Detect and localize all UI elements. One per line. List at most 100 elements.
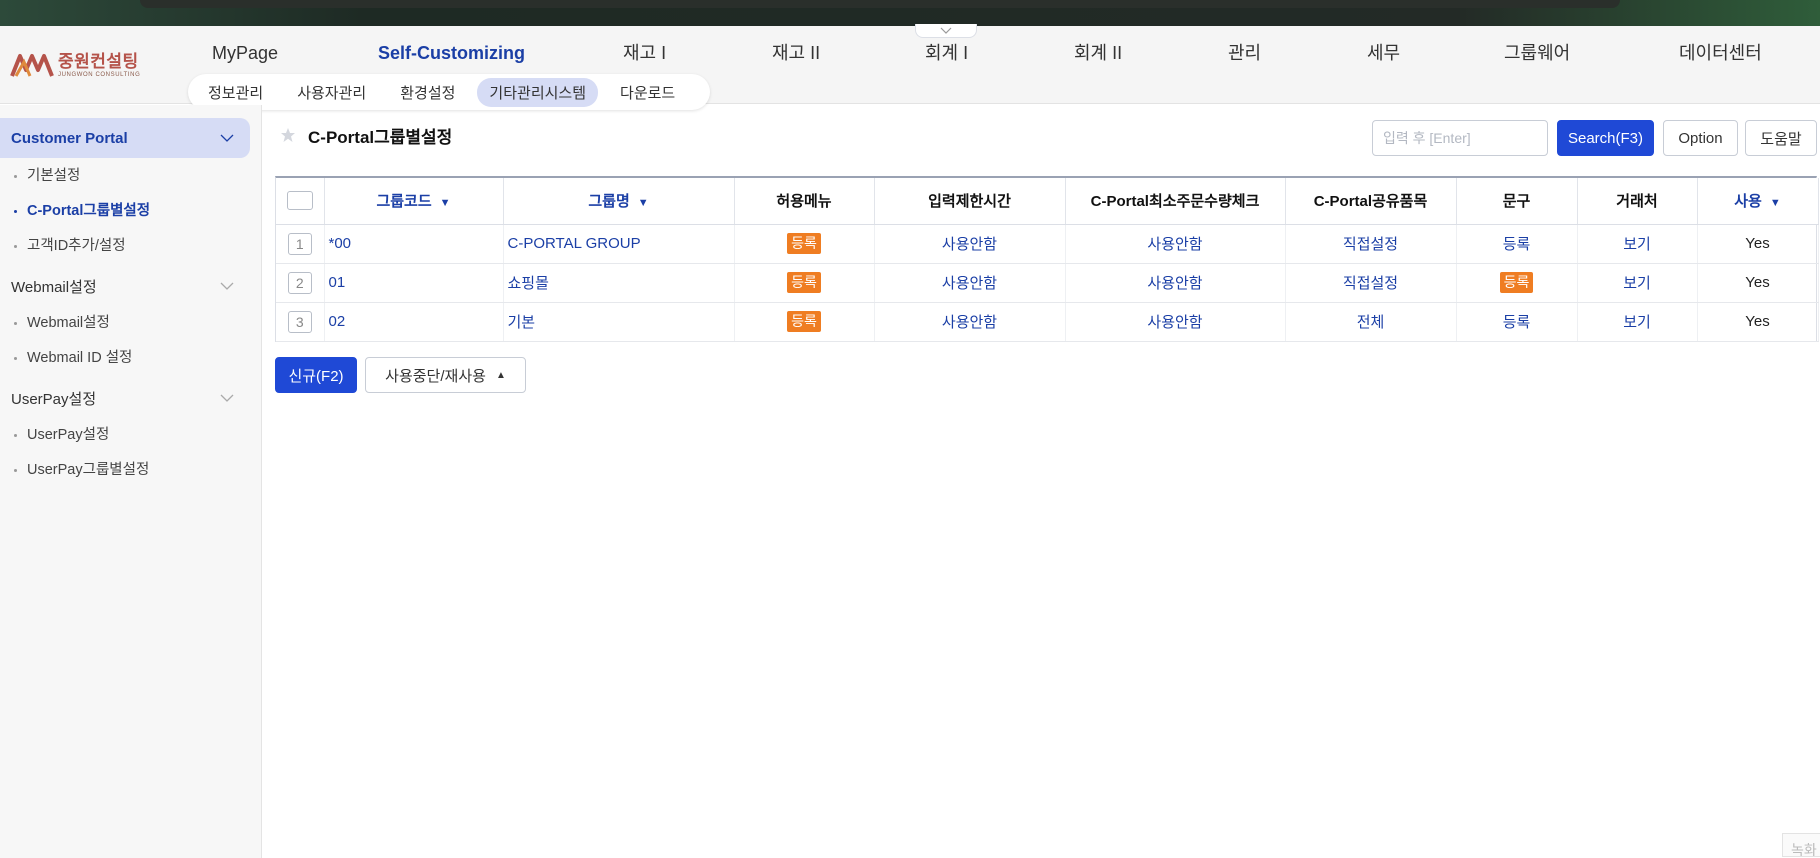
allowed-menu-cell: 등록 xyxy=(734,224,875,264)
sidebar-group-customer-portal[interactable]: Customer Portal xyxy=(0,118,250,158)
sidebar-item-customer-id[interactable]: 고객ID추가/설정 xyxy=(14,234,126,258)
col-header-allowed-menu: 허용메뉴 xyxy=(734,178,875,225)
nav-accounting-1[interactable]: 회계 I xyxy=(925,38,968,68)
phrase-register-link[interactable]: 등록 xyxy=(1456,224,1578,264)
option-button[interactable]: Option xyxy=(1663,120,1738,156)
group-settings-grid: 그룹코드 ▼ 그룹명 ▼ 허용메뉴 입력제한시간 C-Portal최소주문수량체크 … xyxy=(275,176,1819,342)
page-title: C-Portal그룹별설정 xyxy=(308,127,453,147)
col-header-use[interactable]: 사용 ▼ xyxy=(1697,178,1819,225)
group-name-link[interactable]: 쇼핑몰 xyxy=(503,263,735,303)
sidebar-item-webmail-settings[interactable]: Webmail설정 xyxy=(14,311,110,335)
sidebar-item-label: Webmail설정 xyxy=(27,315,110,331)
sidebar-item-userpay-settings[interactable]: UserPay설정 xyxy=(14,423,109,447)
col-header-group-name[interactable]: 그룹명 ▼ xyxy=(503,178,735,225)
subnav-user-management[interactable]: 사용자관리 xyxy=(285,78,378,107)
bullet xyxy=(14,244,17,248)
dropdown-label: 사용중단/재사용 xyxy=(385,367,486,385)
nav-mypage[interactable]: MyPage xyxy=(212,38,278,68)
subnav-download[interactable]: 다운로드 xyxy=(608,78,687,107)
subnav-settings[interactable]: 환경설정 xyxy=(388,78,467,107)
min-order-check-link[interactable]: 사용안함 xyxy=(1065,224,1286,264)
sidebar-item-label: 고객ID추가/설정 xyxy=(27,238,126,254)
row-number: 1 xyxy=(287,232,312,255)
col-label: 그룹코드 xyxy=(376,193,432,211)
allowed-menu-cell: 등록 xyxy=(734,263,875,303)
bullet xyxy=(14,468,17,472)
min-order-check-link[interactable]: 사용안함 xyxy=(1065,302,1286,342)
shared-items-link[interactable]: 전체 xyxy=(1285,302,1457,342)
allowed-menu-register-button[interactable]: 등록 xyxy=(787,311,821,332)
help-button[interactable]: 도움말 xyxy=(1745,120,1817,156)
nav-self-customizing[interactable]: Self-Customizing xyxy=(378,38,525,68)
allowed-menu-register-button[interactable]: 등록 xyxy=(787,233,821,254)
shared-items-link[interactable]: 직접설정 xyxy=(1285,263,1457,303)
sidebar-item-basic-settings[interactable]: 기본설정 xyxy=(14,164,80,188)
sidebar-item-userpay-group[interactable]: UserPay그룹별설정 xyxy=(14,458,149,482)
col-header-input-time-limit: 입력제한시간 xyxy=(874,178,1066,225)
group-code-link[interactable]: 01 xyxy=(324,263,504,303)
row-number: 2 xyxy=(287,271,312,294)
bullet xyxy=(14,209,17,213)
select-all-checkbox[interactable] xyxy=(286,191,313,211)
chevron-down-icon xyxy=(940,27,952,34)
sidebar-item-label: C-Portal그룹별설정 xyxy=(27,203,151,219)
sort-down-icon: ▼ xyxy=(1769,197,1781,210)
col-label: 그룹명 xyxy=(588,193,630,211)
header-collapse-toggle[interactable] xyxy=(915,24,977,38)
group-code-link[interactable]: 02 xyxy=(324,302,504,342)
col-header-group-code[interactable]: 그룹코드 ▼ xyxy=(324,178,504,225)
sort-down-icon: ▼ xyxy=(637,197,649,210)
nav-inventory-1[interactable]: 재고 I xyxy=(623,38,666,68)
phrase-register-link[interactable]: 등록 xyxy=(1456,302,1578,342)
nav-data-center[interactable]: 데이터센터 xyxy=(1679,38,1762,68)
min-order-check-link[interactable]: 사용안함 xyxy=(1065,263,1286,303)
star-icon[interactable] xyxy=(280,127,296,143)
input-time-limit-link[interactable]: 사용안함 xyxy=(874,302,1066,342)
nav-tax[interactable]: 세무 xyxy=(1367,38,1400,68)
data-table: 그룹코드 ▼ 그룹명 ▼ 허용메뉴 입력제한시간 C-Portal최소주문수량체크 … xyxy=(276,178,1819,342)
input-time-limit-link[interactable]: 사용안함 xyxy=(874,224,1066,264)
sidebar-item-label: UserPay그룹별설정 xyxy=(27,462,150,478)
search-button[interactable]: Search(F3) xyxy=(1557,120,1654,156)
sidebar: Customer Portal 기본설정 C-Portal그룹별설정 고객ID추… xyxy=(0,105,262,858)
customer-view-link[interactable]: 보기 xyxy=(1577,302,1698,342)
main-nav: MyPage Self-Customizing 재고 I 재고 II 회계 I … xyxy=(0,38,1820,68)
sidebar-group-label: Customer Portal xyxy=(11,129,128,147)
chevron-down-icon xyxy=(220,134,234,142)
sidebar-group-label: UserPay설정 xyxy=(11,390,97,408)
nav-accounting-2[interactable]: 회계 II xyxy=(1074,38,1122,68)
group-name-link[interactable]: C-PORTAL GROUP xyxy=(503,224,735,264)
sidebar-group-label: Webmail설정 xyxy=(11,278,97,296)
new-button[interactable]: 신규(F2) xyxy=(275,357,357,393)
subnav-other-systems[interactable]: 기타관리시스템 xyxy=(477,77,599,107)
table-row: 3 02 기본 등록 사용안함 사용안함 전체 등록 보기 Yes xyxy=(276,302,1819,342)
customer-view-link[interactable]: 보기 xyxy=(1577,263,1698,303)
input-time-limit-link[interactable]: 사용안함 xyxy=(874,263,1066,303)
suspend-resume-dropdown[interactable]: 사용중단/재사용 ▲ xyxy=(365,357,526,393)
nav-inventory-2[interactable]: 재고 II xyxy=(772,38,820,68)
sidebar-item-cportal-group-settings[interactable]: C-Portal그룹별설정 xyxy=(14,199,150,223)
search-input[interactable] xyxy=(1372,120,1548,156)
col-header-customer: 거래처 xyxy=(1577,178,1698,225)
nav-groupware[interactable]: 그룹웨어 xyxy=(1504,38,1570,68)
chevron-down-icon xyxy=(220,282,234,290)
top-dark-bar xyxy=(140,0,1620,8)
col-header-phrase: 문구 xyxy=(1456,178,1578,225)
group-name-link[interactable]: 기본 xyxy=(503,302,735,342)
customer-view-link[interactable]: 보기 xyxy=(1577,224,1698,264)
shared-items-link[interactable]: 직접설정 xyxy=(1285,224,1457,264)
phrase-register-button[interactable]: 등록 xyxy=(1499,272,1534,293)
sidebar-group-userpay[interactable]: UserPay설정 xyxy=(0,378,250,418)
sub-nav: 정보관리 사용자관리 환경설정 기타관리시스템 다운로드 xyxy=(188,74,710,110)
sidebar-item-webmail-id[interactable]: Webmail ID 설정 xyxy=(14,346,132,370)
recording-indicator[interactable]: 녹화 xyxy=(1782,833,1820,857)
nav-management[interactable]: 관리 xyxy=(1228,38,1261,68)
phrase-cell: 등록 xyxy=(1456,263,1578,303)
bullet xyxy=(14,174,17,178)
allowed-menu-register-button[interactable]: 등록 xyxy=(787,272,821,293)
subnav-info-management[interactable]: 정보관리 xyxy=(196,78,275,107)
sort-down-icon: ▼ xyxy=(439,197,451,210)
table-row: 2 01 쇼핑몰 등록 사용안함 사용안함 직접설정 등록 보기 Yes xyxy=(276,263,1819,303)
sidebar-group-webmail[interactable]: Webmail설정 xyxy=(0,266,250,306)
group-code-link[interactable]: *00 xyxy=(324,224,504,264)
